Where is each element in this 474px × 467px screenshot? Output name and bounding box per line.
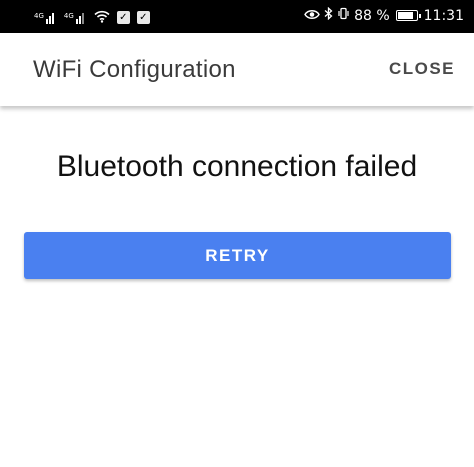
wifi-icon bbox=[94, 8, 110, 27]
notification-check-icon: ✓ bbox=[136, 11, 150, 24]
status-left: 4G 4G ✓ ✓ bbox=[34, 8, 150, 27]
status-bar: 4G 4G ✓ ✓ 88 % 11:31 bbox=[0, 0, 474, 33]
app-bar: WiFi Configuration CLOSE bbox=[0, 33, 474, 106]
bluetooth-icon bbox=[324, 6, 333, 24]
vibrate-icon bbox=[337, 7, 350, 24]
battery-icon bbox=[395, 10, 421, 21]
error-message: Bluetooth connection failed bbox=[56, 150, 418, 183]
signal-1-icon: 4G bbox=[34, 12, 57, 24]
page-title: WiFi Configuration bbox=[33, 56, 236, 83]
eye-icon bbox=[304, 8, 320, 24]
status-right: 88 % 11:31 bbox=[304, 6, 464, 24]
signal-2-icon: 4G bbox=[64, 12, 87, 24]
battery-percent: 88 % bbox=[354, 7, 390, 24]
close-button[interactable]: CLOSE bbox=[389, 59, 455, 79]
retry-button[interactable]: RETRY bbox=[24, 232, 451, 279]
status-time: 11:31 bbox=[423, 7, 464, 24]
notification-check-icon: ✓ bbox=[116, 11, 130, 24]
